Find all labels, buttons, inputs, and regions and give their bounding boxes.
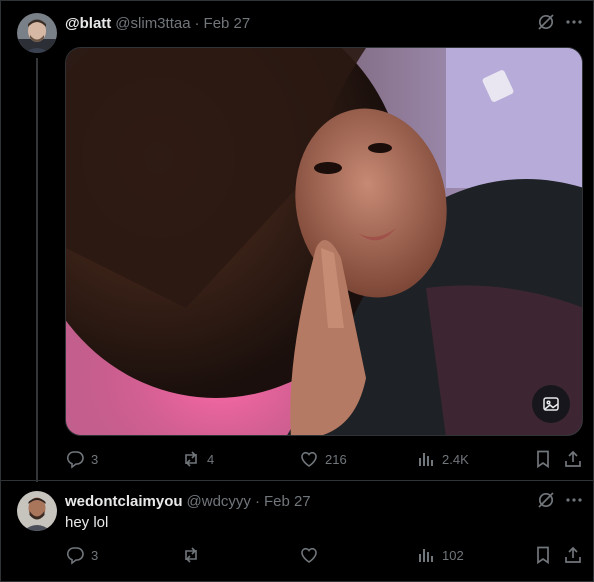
reply-text: hey lol [65, 514, 109, 531]
reply-header: wedontclaimyou @wdcyyy · Feb 27 [65, 491, 311, 511]
views-button[interactable]: 2.4K [416, 448, 469, 470]
share-icon [565, 450, 581, 467]
views-button[interactable]: 102 [416, 544, 464, 566]
reply-top-actions [537, 491, 583, 509]
share-button[interactable] [563, 544, 583, 566]
post-date[interactable]: Feb 27 [264, 493, 311, 510]
repost-icon [185, 547, 197, 563]
reply-count: 3 [91, 547, 99, 563]
grok-icon[interactable] [537, 491, 555, 509]
user-handle[interactable]: @wdcyyy [187, 493, 251, 510]
more-icon[interactable] [565, 13, 583, 31]
image-alt-icon[interactable] [532, 385, 570, 423]
reply-action-bar: 3 102 [65, 544, 583, 566]
user-handle[interactable]: @slim3ttaa [115, 15, 190, 32]
repost-icon [185, 451, 197, 467]
like-button[interactable] [299, 544, 325, 566]
like-button[interactable]: 216 [299, 448, 347, 470]
like-count: 216 [325, 451, 347, 467]
post-date[interactable]: Feb 27 [204, 15, 251, 32]
grok-icon[interactable] [537, 13, 555, 31]
avatar[interactable] [17, 13, 57, 53]
reply-button[interactable]: 3 [65, 544, 98, 566]
heart-icon [301, 547, 317, 563]
avatar[interactable] [17, 491, 57, 531]
main-post[interactable]: @blatt @slim3ttaa · Feb 27 3 4 216 2.4K [0, 0, 594, 482]
reply-button[interactable]: 3 [65, 448, 98, 470]
reply-post[interactable]: wedontclaimyou @wdcyyy · Feb 27 hey lol … [0, 481, 594, 582]
more-icon[interactable] [565, 491, 583, 509]
views-icon [419, 453, 433, 466]
post-media-image[interactable] [65, 47, 583, 436]
repost-count: 4 [207, 451, 215, 467]
display-name[interactable]: wedontclaimyou [65, 493, 183, 510]
display-name[interactable]: @blatt [65, 15, 111, 32]
view-count: 2.4K [442, 451, 469, 467]
bookmark-button[interactable] [533, 544, 553, 566]
separator-dot: · [254, 492, 260, 510]
bookmark-icon [537, 450, 549, 469]
repost-button[interactable]: 4 [181, 448, 214, 470]
bookmark-button[interactable] [533, 448, 553, 470]
thread-line [36, 58, 38, 482]
view-count: 102 [442, 547, 464, 563]
views-icon [419, 549, 433, 562]
post-top-actions [537, 13, 583, 31]
post-header: @blatt @slim3ttaa · Feb 27 [65, 13, 250, 33]
reply-icon [66, 451, 84, 469]
separator-dot: · [194, 14, 200, 32]
repost-button[interactable] [181, 544, 207, 566]
reply-icon [66, 547, 84, 565]
post-action-bar: 3 4 216 2.4K [65, 448, 583, 470]
share-button[interactable] [563, 448, 583, 470]
reply-count: 3 [91, 451, 99, 467]
bookmark-icon [537, 546, 549, 565]
heart-icon [301, 451, 317, 467]
share-icon [565, 546, 581, 563]
